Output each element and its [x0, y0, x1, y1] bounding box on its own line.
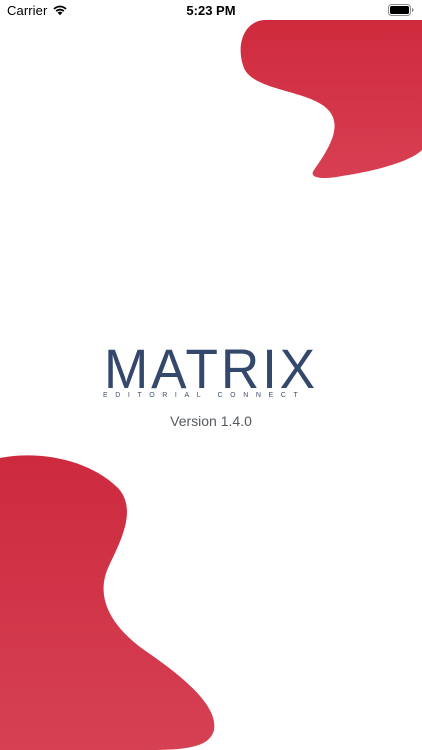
- status-bar: Carrier 5:23 PM: [0, 0, 422, 22]
- battery-icon: [388, 4, 414, 16]
- decorative-blob-top: [240, 20, 422, 178]
- clock: 5:23 PM: [186, 3, 236, 18]
- logo-title: MATRIX: [104, 344, 318, 390]
- version-label: Version 1.4.0: [170, 413, 252, 429]
- matrix-logo-wordmark: MATRIX: [104, 344, 318, 390]
- decorative-blob-bottom: [0, 455, 215, 750]
- app-logo: MATRIX EDITORIAL CONNECT: [0, 344, 422, 399]
- logo-tagline: EDITORIAL CONNECT: [103, 392, 306, 399]
- splash-screen: Carrier 5:23 PM MATRIX EDITORIAL CONNECT…: [0, 0, 422, 750]
